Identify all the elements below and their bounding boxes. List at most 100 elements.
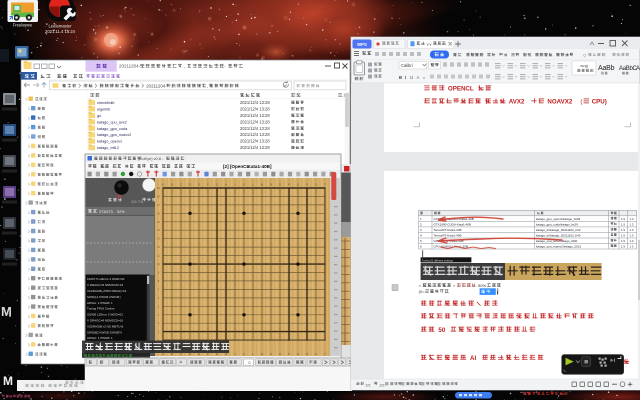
svg-text:I: I <box>405 75 406 80</box>
svg-text:katago_trt8.2: katago_trt8.2 <box>97 146 119 150</box>
svg-text:katago_cpu_avx2: katago_cpu_avx2 <box>97 120 127 124</box>
svg-text:1.9: 1.9 <box>621 217 625 221</box>
svg-text:1.9: 1.9 <box>621 239 625 243</box>
svg-text:2/2: 2/2 <box>380 384 385 388</box>
svg-text:A: A <box>636 66 640 72</box>
svg-text:1.3: 1.3 <box>630 245 634 249</box>
svg-text:1.3: 1.3 <box>630 228 634 232</box>
svg-text:(GoEye) v0.8 -: (GoEye) v0.8 - <box>138 156 164 161</box>
svg-text:YY: YY <box>427 42 433 47</box>
svg-text:50%: 50% <box>478 283 486 288</box>
svg-text:E: E <box>198 182 200 186</box>
svg-text:C: C <box>180 182 182 186</box>
svg-text:273/273: 273/273 <box>99 210 113 214</box>
svg-text:50: 50 <box>438 327 445 334</box>
svg-text:AaBbC: AaBbC <box>619 66 637 72</box>
svg-text:2021/12/4 13:28: 2021/12/4 13:28 <box>240 107 270 112</box>
svg-text:katago_cpu_noavx2/katago_2021: katago_cpu_noavx2/katago_2021 <box>536 245 581 249</box>
svg-text:2021/12/4 13:28: 2021/12/4 13:28 <box>240 113 270 118</box>
svg-text:SWD(B2 KWGB 2/WGB?): SWD(B2 KWGB 2/WGB?) <box>87 330 122 334</box>
svg-text:Calibri: Calibri <box>401 63 413 68</box>
svg-text:AaBb: AaBb <box>598 65 615 72</box>
svg-text:wzgj: wzgj <box>580 64 588 68</box>
svg-text:D: D <box>189 182 191 186</box>
svg-text:P: P <box>288 182 290 186</box>
svg-text:S: S <box>315 182 317 186</box>
svg-text:B: B <box>171 182 173 186</box>
svg-text:TensorRT-Kata1-40B: TensorRT-Kata1-40B <box>434 234 462 238</box>
svg-text:1.3: 1.3 <box>630 239 634 243</box>
svg-text:K: K <box>243 352 245 356</box>
svg-text:V DRAGC=8 NDMSCD=16: V DRAGC=8 NDMSCD=16 <box>87 283 124 287</box>
svg-text:x: x <box>423 75 425 80</box>
svg-text:Q: Q <box>583 53 586 58</box>
svg-text:katago_trt/katago_20211102_b10: katago_trt/katago_20211102_b10 <box>536 228 581 232</box>
svg-text:1.3: 1.3 <box>630 223 634 227</box>
svg-text:K: K <box>243 182 245 186</box>
svg-text:20211204-: 20211204- <box>119 64 141 69</box>
svg-text:U: U <box>410 75 413 80</box>
svg-text:AWGA: 1 PWGB: 1: AWGA: 1 PWGB: 1 <box>87 301 113 305</box>
svg-text:2021/12/4 13:28: 2021/12/4 13:28 <box>240 132 270 137</box>
svg-text:20211204-: 20211204- <box>146 83 167 88</box>
svg-text:GTX1060-CUDA-Kata1-40B: GTX1060-CUDA-Kata1-40B <box>434 223 472 227</box>
svg-text:52%: 52% <box>117 210 125 214</box>
svg-text:2/2: 2/2 <box>366 384 371 388</box>
svg-text:WPS: WPS <box>357 42 367 47</box>
svg-text:S: S <box>315 352 317 356</box>
svg-text:1.9: 1.9 <box>621 228 625 232</box>
svg-text:R: R <box>306 352 308 356</box>
svg-text:0.0: 0.0 <box>132 200 137 204</box>
svg-text:2021/12/4 13:28: 2021/12/4 13:28 <box>240 139 270 144</box>
svg-text:Freelawee: Freelawee <box>13 23 33 28</box>
svg-text:1.3: 1.3 <box>630 234 634 238</box>
svg-text:,: , <box>207 83 208 88</box>
svg-text:2021/12/4 13:28: 2021/12/4 13:28 <box>240 145 270 150</box>
svg-text:[2] [OpenCL: [2] [OpenCL <box>223 164 249 169</box>
svg-text:katago_trt/katago_20211102_b40: katago_trt/katago_20211102_b40 <box>536 234 581 238</box>
svg-text:NOAVX2: NOAVX2 <box>547 99 573 106</box>
svg-text:TensorRT-Kata1-10B: TensorRT-Kata1-10B <box>434 228 462 232</box>
svg-text:V DRAGC=8 NDMSCD=16: V DRAGC=8 NDMSCD=16 <box>87 319 124 323</box>
svg-text:2021/12/4 13:28: 2021/12/4 13:28 <box>240 126 270 131</box>
svg-text:1.9: 1.9 <box>621 223 625 227</box>
svg-text:SWD(L2 KWGB 2/WGB:): SWD(L2 KWGB 2/WGB:) <box>87 295 121 299</box>
svg-text:I31900 L2Error 2 WGD=02: I31900 L2Error 2 WGD=02 <box>87 313 123 317</box>
svg-text:A: A <box>417 75 420 80</box>
svg-text:T: T <box>324 352 326 356</box>
svg-text:Tuning FP16 Canine: Tuning FP16 Canine <box>87 307 115 311</box>
svg-text:OPENCL: OPENCL <box>448 86 474 93</box>
svg-text:1.9: 1.9 <box>621 245 625 249</box>
svg-text:eigenlib: eigenlib <box>97 108 110 112</box>
svg-text:AI: AI <box>470 355 476 362</box>
svg-text:V2DRAGB(+2 NO MBTU-8.: V2DRAGB(+2 NO MBTU-8. <box>87 324 124 328</box>
svg-text:V1DRAGB(+5/5/6 DRAG)=16: V1DRAGB(+5/5/6 DRAG)=16 <box>87 289 127 293</box>
svg-text:1.9: 1.9 <box>621 234 625 238</box>
svg-text:katago_gpu_cuda: katago_gpu_cuda <box>97 127 128 131</box>
svg-text:A: A <box>162 182 164 186</box>
svg-text:Kata1-40B]: Kata1-40B] <box>248 164 272 169</box>
svg-text:1.3: 1.3 <box>630 217 634 221</box>
svg-text:7.5: 7.5 <box>138 200 143 204</box>
svg-text:checkfixlib: checkfixlib <box>97 101 115 105</box>
svg-text:(K=: (K= <box>419 290 426 294</box>
svg-text:katago_gpu_noavx2: katago_gpu_noavx2 <box>97 133 131 137</box>
svg-text:G: G <box>216 182 218 186</box>
svg-text:M: M <box>3 374 13 388</box>
svg-text:10007.5 L2Error 2 WGD=02: 10007.5 L2Error 2 WGD=02 <box>87 277 125 281</box>
svg-text:R: R <box>306 182 308 186</box>
svg-text:katago_opencl: katago_opencl <box>97 140 122 144</box>
svg-text:,: , <box>184 64 185 69</box>
svg-text:katago_gpu_cuda/katago_bs29: katago_gpu_cuda/katago_bs29 <box>536 223 578 227</box>
svg-text:2021/12/4 13:28: 2021/12/4 13:28 <box>240 119 270 124</box>
svg-text:P: P <box>288 352 290 356</box>
svg-text:B: B <box>399 75 402 80</box>
svg-text:AWGA: 1 PWGB: 1: AWGA: 1 PWGB: 1 <box>87 336 113 340</box>
svg-text:H: H <box>225 182 227 186</box>
svg-text:0: 0 <box>249 361 251 365</box>
svg-text:2021.11.4 15:24: 2021.11.4 15:24 <box>45 29 76 34</box>
svg-text:AVX2: AVX2 <box>509 99 525 106</box>
svg-text:N: N <box>270 352 272 356</box>
svg-text:Leelamaster: Leelamaster <box>48 24 72 29</box>
svg-text:katago_gpu_opencl/katago_bs29: katago_gpu_opencl/katago_bs29 <box>536 217 581 221</box>
